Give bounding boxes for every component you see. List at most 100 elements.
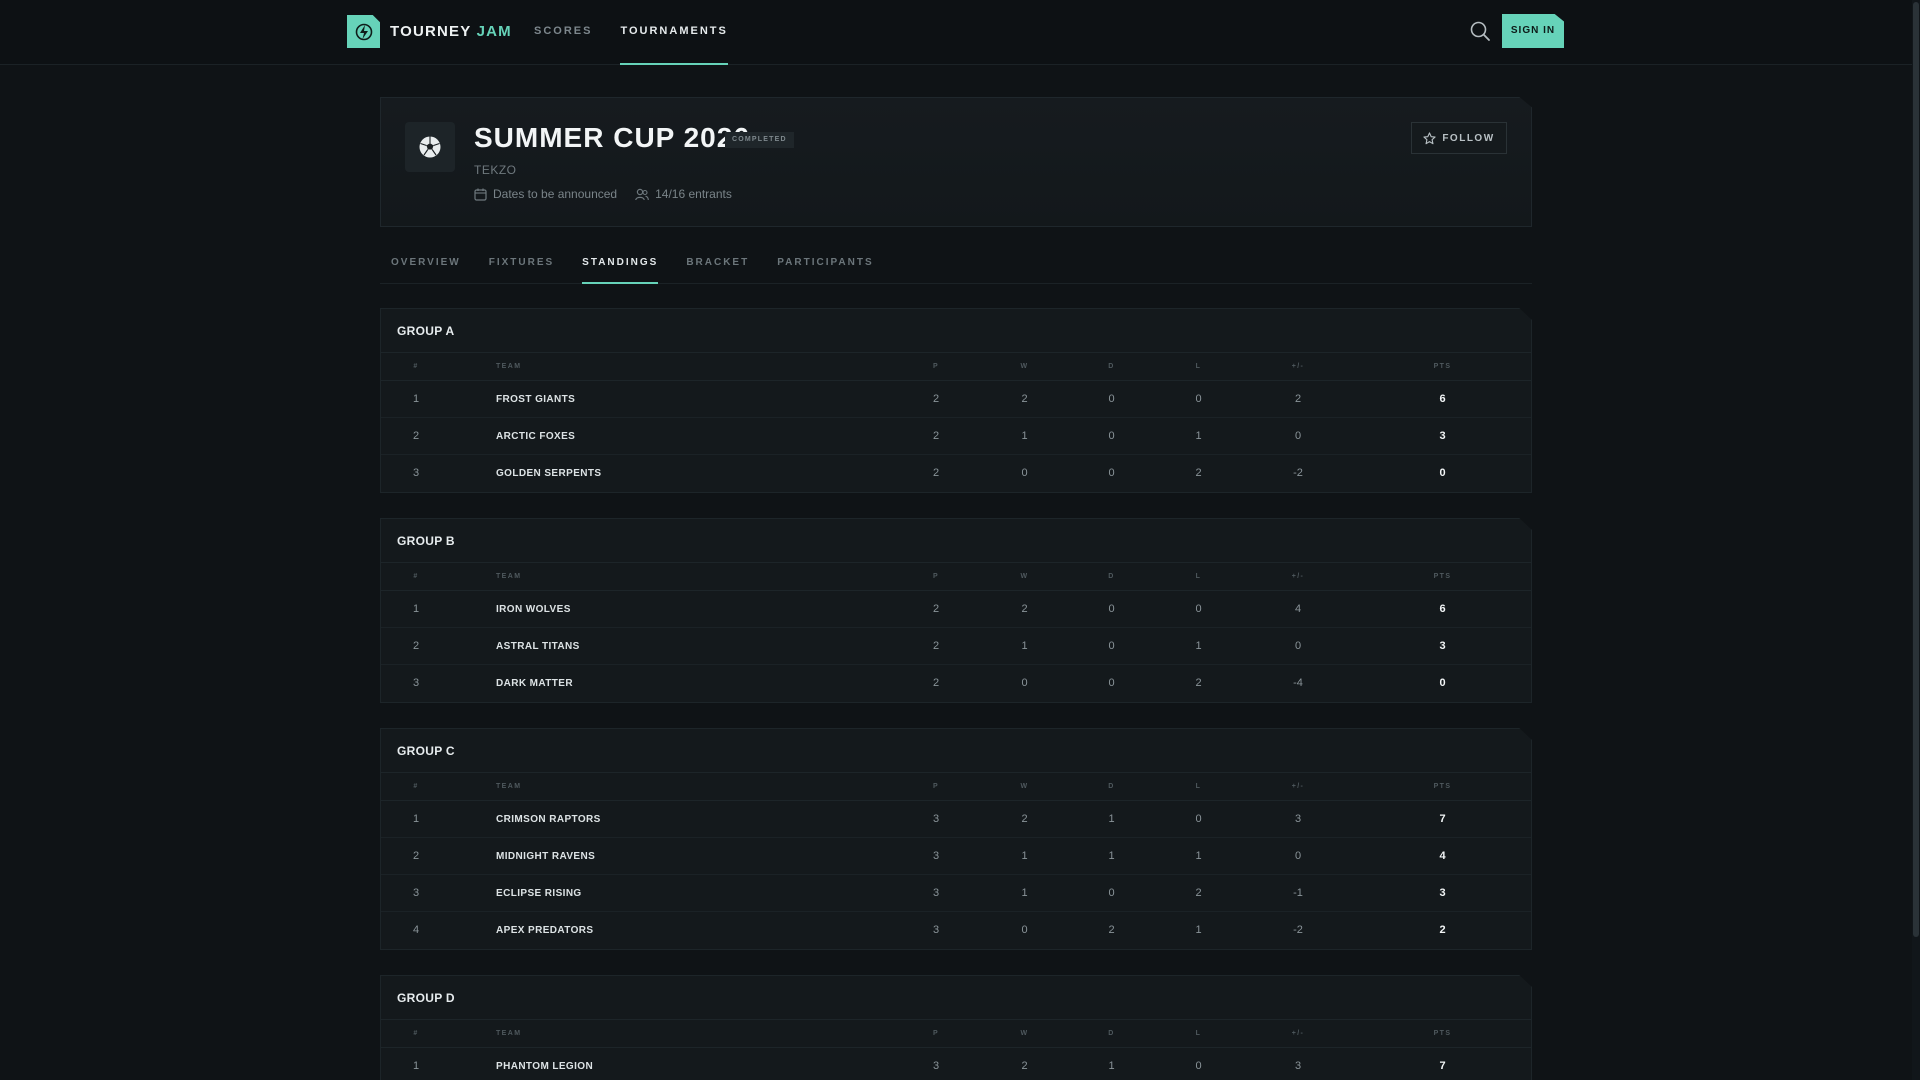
wins-cell: 1 (1021, 887, 1028, 899)
rank-cell: 1 (412, 393, 420, 405)
draws-cell: 1 (1108, 850, 1115, 862)
table-row[interactable]: 3 DARK MATTER 2 0 0 2 -4 0 (381, 665, 1531, 702)
losses-cell: 0 (1195, 603, 1202, 615)
losses-cell: 1 (1195, 640, 1202, 652)
points-cell: 0 (1439, 467, 1446, 479)
losses-cell: 0 (1195, 393, 1202, 405)
table-row[interactable]: 1 IRON WOLVES 2 2 0 0 4 6 (381, 591, 1531, 628)
rank-header: # (413, 1030, 419, 1037)
goal-diff-header: +/- (1291, 363, 1305, 370)
follow-button[interactable]: FOLLOW (1411, 122, 1507, 154)
losses-header: L (1195, 1030, 1202, 1037)
draws-cell: 1 (1108, 1060, 1115, 1072)
losses-cell: 1 (1195, 924, 1202, 936)
played-cell: 3 (932, 887, 940, 899)
played-cell: 2 (932, 603, 940, 615)
tab-standings[interactable]: STANDINGS (582, 244, 659, 284)
goal-diff-cell: -2 (1293, 467, 1303, 479)
wins-header: W (1020, 783, 1029, 790)
main-nav: SCORES TOURNAMENTS (534, 0, 756, 65)
nav-tournaments[interactable]: TOURNAMENTS (620, 0, 728, 65)
goal-diff-cell: 0 (1294, 640, 1302, 652)
tab-participants[interactable]: PARTICIPANTS (777, 244, 873, 284)
rank-header: # (413, 573, 419, 580)
wins-cell: 2 (1021, 813, 1028, 825)
wins-cell: 0 (1021, 467, 1028, 479)
group-card: GROUP D # TEAM P W D L +/- PTS 1 PHANTOM LEGION 3 2 1… (380, 975, 1532, 1080)
points-cell: 3 (1439, 887, 1446, 899)
played-cell: 2 (932, 430, 940, 442)
tournament-title: SUMMER CUP 2026 (474, 122, 750, 153)
team-name[interactable]: CRIMSON RAPTORS (451, 801, 891, 838)
group-title: GROUP A (381, 309, 1531, 353)
played-header: P (932, 783, 940, 790)
table-row[interactable]: 2 ASTRAL TITANS 2 1 0 1 0 3 (381, 628, 1531, 665)
points-header: PTS (1433, 783, 1452, 790)
team-name[interactable]: IRON WOLVES (451, 591, 891, 628)
table-row[interactable]: 2 ARCTIC FOXES 2 1 0 1 0 3 (381, 418, 1531, 455)
points-cell: 3 (1439, 640, 1446, 652)
status-badge: COMPLETED (725, 132, 794, 148)
draws-header: D (1108, 363, 1115, 370)
table-row[interactable]: 3 GOLDEN SERPENTS 2 0 0 2 -2 0 (381, 455, 1531, 492)
wins-cell: 2 (1021, 1060, 1028, 1072)
points-cell: 4 (1439, 850, 1446, 862)
scrollbar-thumb[interactable] (1913, 2, 1919, 937)
brand-logo[interactable]: TOURNEY JAM (347, 15, 512, 48)
team-header: TEAM (496, 363, 522, 370)
sign-in-button[interactable]: SIGN IN (1502, 14, 1564, 48)
team-name[interactable]: APEX PREDATORS (451, 912, 891, 949)
losses-cell: 2 (1195, 467, 1202, 479)
goal-diff-header: +/- (1291, 783, 1305, 790)
team-name[interactable]: ECLIPSE RISING (451, 875, 891, 912)
table-row[interactable]: 3 ECLIPSE RISING 3 1 0 2 -1 3 (381, 875, 1531, 912)
played-cell: 2 (932, 393, 940, 405)
rank-cell: 4 (412, 924, 420, 936)
losses-header: L (1195, 783, 1202, 790)
played-cell: 2 (932, 640, 940, 652)
team-name[interactable]: PHANTOM LEGION (451, 1048, 891, 1080)
entrants-text: 14/16 entrants (655, 187, 732, 201)
draws-cell: 1 (1108, 813, 1115, 825)
table-row[interactable]: 4 APEX PREDATORS 3 0 2 1 -2 2 (381, 912, 1531, 949)
played-cell: 3 (932, 813, 940, 825)
table-row[interactable]: 1 FROST GIANTS 2 2 0 0 2 6 (381, 381, 1531, 418)
wins-header: W (1020, 363, 1029, 370)
search-icon[interactable] (1469, 20, 1493, 44)
losses-header: L (1195, 363, 1202, 370)
played-cell: 3 (932, 924, 940, 936)
team-name[interactable]: ARCTIC FOXES (451, 418, 891, 455)
rank-cell: 3 (412, 677, 420, 689)
team-name[interactable]: FROST GIANTS (451, 381, 891, 418)
wins-cell: 1 (1021, 430, 1028, 442)
played-header: P (932, 363, 940, 370)
rank-cell: 2 (412, 640, 420, 652)
tab-fixtures[interactable]: FIXTURES (489, 244, 554, 284)
team-name[interactable]: GOLDEN SERPENTS (451, 455, 891, 492)
organizer-name[interactable]: TEKZO (474, 163, 517, 177)
table-header-row: # TEAM P W D L +/- PTS (381, 353, 1531, 381)
rank-cell: 3 (412, 887, 420, 899)
table-row[interactable]: 1 CRIMSON RAPTORS 3 2 1 0 3 7 (381, 801, 1531, 838)
team-name[interactable]: DARK MATTER (451, 665, 891, 702)
losses-cell: 0 (1195, 1060, 1202, 1072)
goal-diff-cell: 2 (1294, 393, 1302, 405)
page-scrollbar[interactable] (1912, 0, 1920, 1080)
team-name[interactable]: MIDNIGHT RAVENS (451, 838, 891, 875)
rank-cell: 2 (412, 430, 420, 442)
tab-overview[interactable]: OVERVIEW (391, 244, 461, 284)
team-name[interactable]: ASTRAL TITANS (451, 628, 891, 665)
table-row[interactable]: 2 MIDNIGHT RAVENS 3 1 1 1 0 4 (381, 838, 1531, 875)
points-cell: 6 (1439, 603, 1446, 615)
tab-bracket[interactable]: BRACKET (686, 244, 749, 284)
rank-cell: 3 (412, 467, 420, 479)
lightning-icon (347, 15, 380, 48)
star-icon (1423, 131, 1436, 144)
tournament-meta: Dates to be announced 14/16 entrants (474, 187, 750, 201)
wins-cell: 0 (1021, 924, 1028, 936)
table-row[interactable]: 1 PHANTOM LEGION 3 2 1 0 3 7 (381, 1048, 1531, 1080)
table-header-row: # TEAM P W D L +/- PTS (381, 563, 1531, 591)
team-header: TEAM (496, 573, 522, 580)
nav-scores[interactable]: SCORES (534, 0, 592, 65)
points-header: PTS (1433, 1030, 1452, 1037)
